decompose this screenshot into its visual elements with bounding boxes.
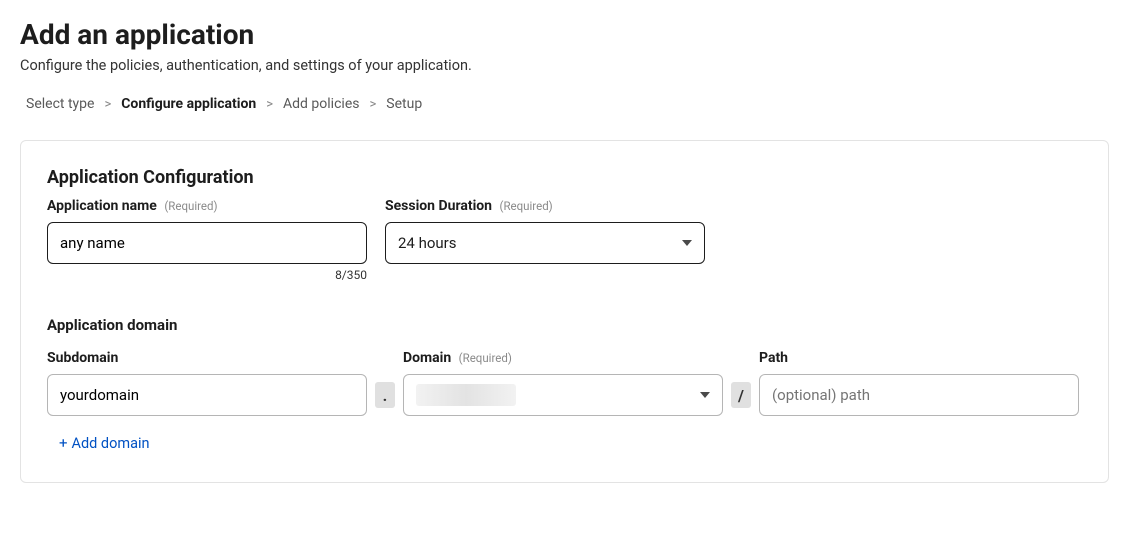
breadcrumb: Select type > Configure application > Ad…	[26, 96, 1109, 112]
label-domain: Domain (Required)	[403, 350, 723, 366]
path-input[interactable]	[759, 374, 1079, 416]
slash-separator: /	[731, 382, 751, 408]
char-counter: 8/350	[47, 268, 367, 282]
breadcrumb-step-configure-application[interactable]: Configure application	[121, 96, 256, 112]
chevron-down-icon	[682, 240, 692, 246]
required-badge: (Required)	[500, 199, 553, 213]
label-session-duration: Session Duration (Required)	[385, 198, 705, 214]
field-application-name: Application name (Required) 8/350	[47, 198, 367, 282]
page-subtitle: Configure the policies, authentication, …	[20, 57, 1109, 74]
required-badge: (Required)	[164, 199, 217, 213]
breadcrumb-step-setup[interactable]: Setup	[386, 96, 422, 112]
domain-value-placeholder	[416, 384, 516, 406]
field-subdomain: Subdomain	[47, 350, 367, 416]
chevron-right-icon: >	[369, 97, 376, 112]
chevron-down-icon	[700, 392, 710, 398]
field-path: Path	[759, 350, 1079, 416]
subdomain-input[interactable]	[47, 374, 367, 416]
application-name-input[interactable]	[47, 222, 367, 264]
field-session-duration: Session Duration (Required) 24 hours	[385, 198, 705, 264]
breadcrumb-step-add-policies[interactable]: Add policies	[283, 96, 359, 112]
chevron-right-icon: >	[266, 97, 273, 112]
page-title: Add an application	[20, 18, 1109, 51]
label-subdomain: Subdomain	[47, 350, 367, 366]
add-domain-label: Add domain	[72, 435, 150, 452]
session-duration-value: 24 hours	[398, 234, 457, 252]
config-panel: Application Configuration Application na…	[20, 140, 1109, 483]
section-title-app-domain: Application domain	[47, 316, 1082, 334]
required-badge: (Required)	[459, 351, 512, 365]
chevron-right-icon: >	[104, 97, 111, 112]
field-domain: Domain (Required)	[403, 350, 723, 416]
add-domain-button[interactable]: + Add domain	[59, 434, 150, 452]
breadcrumb-step-select-type[interactable]: Select type	[26, 96, 94, 112]
plus-icon: +	[59, 434, 68, 452]
section-title-app-config: Application Configuration	[47, 167, 1082, 188]
dot-separator: .	[375, 382, 395, 408]
domain-select[interactable]	[403, 374, 723, 416]
session-duration-select[interactable]: 24 hours	[385, 222, 705, 264]
label-application-name: Application name (Required)	[47, 198, 367, 214]
label-path: Path	[759, 350, 1079, 366]
